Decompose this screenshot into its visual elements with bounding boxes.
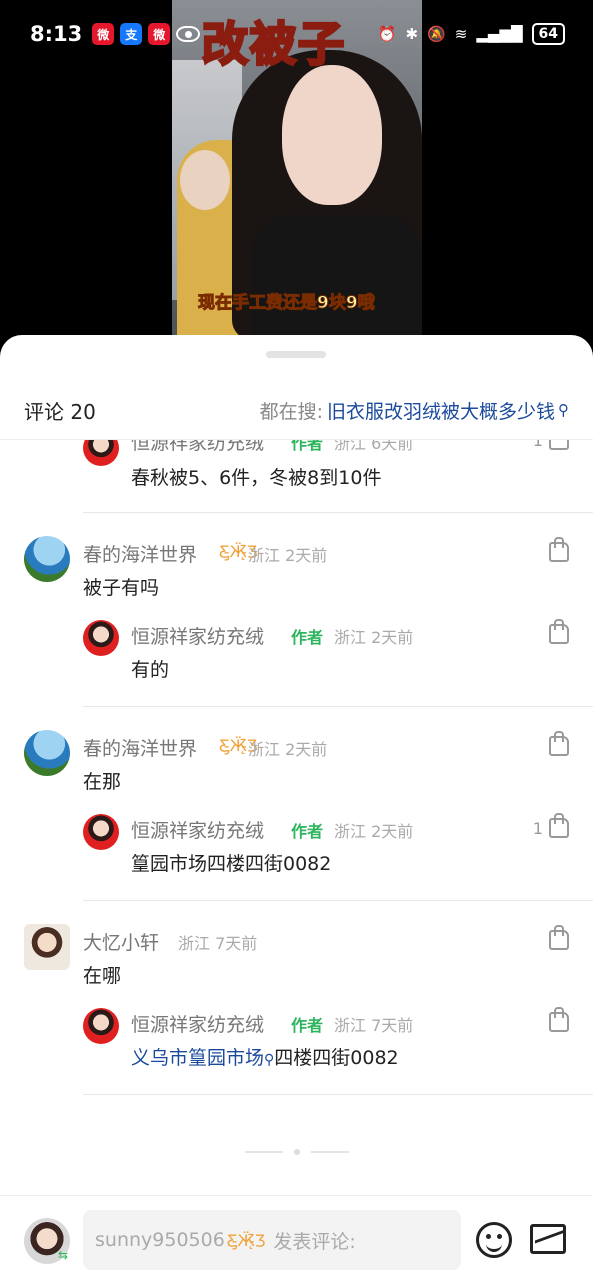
mute-icon: 🔕 [427, 25, 446, 43]
comment-meta: 浙江 2天前 [248, 740, 328, 759]
avatar[interactable] [83, 620, 119, 656]
like-button[interactable]: 1 [533, 813, 569, 838]
drag-handle[interactable] [266, 351, 326, 358]
search-icon: ⚲ [558, 401, 569, 419]
list-item: 恒源祥家纺充绒 作者 浙江 2天前 有的 [0, 619, 593, 690]
comment-text: 在那 [83, 771, 122, 793]
trending-search[interactable]: 都在搜: 旧衣服改羽绒被大概多少钱 ⚲ [260, 397, 569, 424]
status-bar: 8:13 微 支 微 ⏰ ✱ 🔕 ≋ ▂▄▆█ 64 [0, 0, 593, 68]
like-button[interactable] [543, 731, 569, 756]
list-item: 恒源祥家纺充绒 作者 浙江 7天前 义乌市篁园市场⚲四楼四街0082 [0, 1007, 593, 1078]
comment-meta: 浙江 7天前 [178, 934, 258, 953]
thumb-up-icon [549, 619, 569, 644]
thumb-up-icon [549, 813, 569, 838]
alarm-icon: ⏰ [377, 25, 397, 43]
trending-search-keyword[interactable]: 旧衣服改羽绒被大概多少钱 [327, 397, 555, 424]
status-indicators: ⏰ ✱ 🔕 ≋ ▂▄▆█ 64 [378, 23, 565, 45]
switch-account-icon[interactable]: ⇆ [58, 1248, 68, 1262]
list-item: 春的海洋世界 Ƹ̵̡Ӝ̵̨̄Ʒ 浙江 2天前 被子有吗 [0, 536, 593, 616]
bluetooth-icon: ✱ [405, 25, 419, 43]
eye-icon [176, 26, 201, 42]
avatar[interactable] [83, 1008, 119, 1044]
comment-text: 篁园市场四楼四街0082 [131, 853, 332, 875]
like-button[interactable] [543, 925, 569, 950]
list-item: 春的海洋世界 Ƹ̵̡Ӝ̵̨̄Ʒ 浙江 2天前 在那 [0, 730, 593, 810]
list-item: 大忆小轩 浙江 7天前 在哪 [0, 924, 593, 1004]
comment-author[interactable]: 大忆小轩 [83, 928, 159, 955]
image-icon[interactable] [530, 1224, 566, 1254]
comment-list[interactable]: 恒源祥家纺充绒 作者 浙江 6天前 春秋被5、6件，冬被8到10件 1 春的海洋… [0, 440, 593, 1160]
butterfly-badge-icon: Ƹ̵̡Ӝ̵̨̄Ʒ [226, 1230, 266, 1250]
author-tag: 作者 [291, 628, 324, 647]
comment-meta: 浙江 7天前 [334, 1016, 414, 1035]
weibo-icon: 微 [148, 23, 171, 45]
thumb-up-icon [549, 537, 569, 562]
comment-meta: 浙江 2天前 [248, 546, 328, 565]
weibo-icon: 微 [92, 23, 115, 45]
signal-icon: ▂▄▆█ [476, 25, 523, 43]
like-button[interactable] [543, 537, 569, 562]
comment-author[interactable]: 恒源祥家纺充绒 [131, 1010, 264, 1037]
battery-icon: 64 [531, 23, 565, 45]
comment-sheet: 评论 20 都在搜: 旧衣服改羽绒被大概多少钱 ⚲ 恒源祥家纺充绒 作者 浙江 … [0, 335, 593, 1280]
like-button[interactable]: 1 [533, 440, 569, 450]
thumb-up-icon [549, 925, 569, 950]
avatar[interactable] [24, 730, 70, 776]
author-tag: 作者 [291, 440, 324, 453]
comment-meta: 浙江 2天前 [334, 628, 414, 647]
comment-text: 有的 [131, 659, 170, 681]
list-item: 恒源祥家纺充绒 作者 浙江 2天前 篁园市场四楼四街0082 1 [0, 813, 593, 884]
search-icon: ⚲ [264, 1052, 275, 1068]
avatar[interactable] [83, 814, 119, 850]
comment-author[interactable]: 春的海洋世界 [83, 540, 197, 567]
comment-input-bar: ⇆ sunny950506 Ƹ̵̡Ӝ̵̨̄Ʒ 发表评论: [0, 1195, 593, 1280]
comment-author[interactable]: 恒源祥家纺充绒 [131, 622, 264, 649]
author-tag: 作者 [291, 822, 324, 841]
status-time: 8:13 [30, 22, 83, 46]
video-caption: 现在手工费还是9块9哦 [198, 293, 376, 314]
emoji-icon[interactable] [476, 1222, 512, 1258]
comment-text: 被子有吗 [83, 577, 160, 599]
comment-author[interactable]: 春的海洋世界 [83, 734, 197, 761]
thumb-up-icon [549, 440, 569, 450]
comment-text: 义乌市篁园市场⚲四楼四街0082 [131, 1047, 399, 1069]
address-link[interactable]: 义乌市篁园市场 [131, 1047, 264, 1069]
avatar[interactable] [83, 440, 119, 466]
comment-input[interactable]: sunny950506 Ƹ̵̡Ӝ̵̨̄Ʒ 发表评论: [83, 1210, 461, 1270]
alipay-icon: 支 [120, 23, 143, 45]
thumb-up-icon [549, 1007, 569, 1032]
comment-input-username: sunny950506 [95, 1229, 225, 1251]
comment-author[interactable]: 恒源祥家纺充绒 [131, 440, 264, 455]
comment-meta: 浙江 6天前 [334, 440, 414, 453]
comment-meta: 浙江 2天前 [334, 822, 414, 841]
load-more-indicator [245, 1149, 349, 1155]
comment-text: 在哪 [83, 965, 122, 987]
comment-text: 春秋被5、6件，冬被8到10件 [131, 467, 382, 489]
thumb-up-icon [549, 731, 569, 756]
author-tag: 作者 [291, 1016, 324, 1035]
comment-header: 评论 20 都在搜: 旧衣服改羽绒被大概多少钱 ⚲ [0, 385, 593, 435]
comment-author[interactable]: 恒源祥家纺充绒 [131, 816, 264, 843]
like-button[interactable] [543, 619, 569, 644]
comment-count: 评论 20 [24, 399, 96, 424]
wifi-icon: ≋ [454, 25, 468, 43]
like-button[interactable] [543, 1007, 569, 1032]
avatar[interactable] [24, 924, 70, 970]
list-item: 恒源祥家纺充绒 作者 浙江 6天前 春秋被5、6件，冬被8到10件 1 [0, 440, 593, 490]
avatar[interactable] [24, 536, 70, 582]
trending-search-label: 都在搜: [259, 400, 323, 423]
comment-input-placeholder: 发表评论: [273, 1230, 356, 1253]
